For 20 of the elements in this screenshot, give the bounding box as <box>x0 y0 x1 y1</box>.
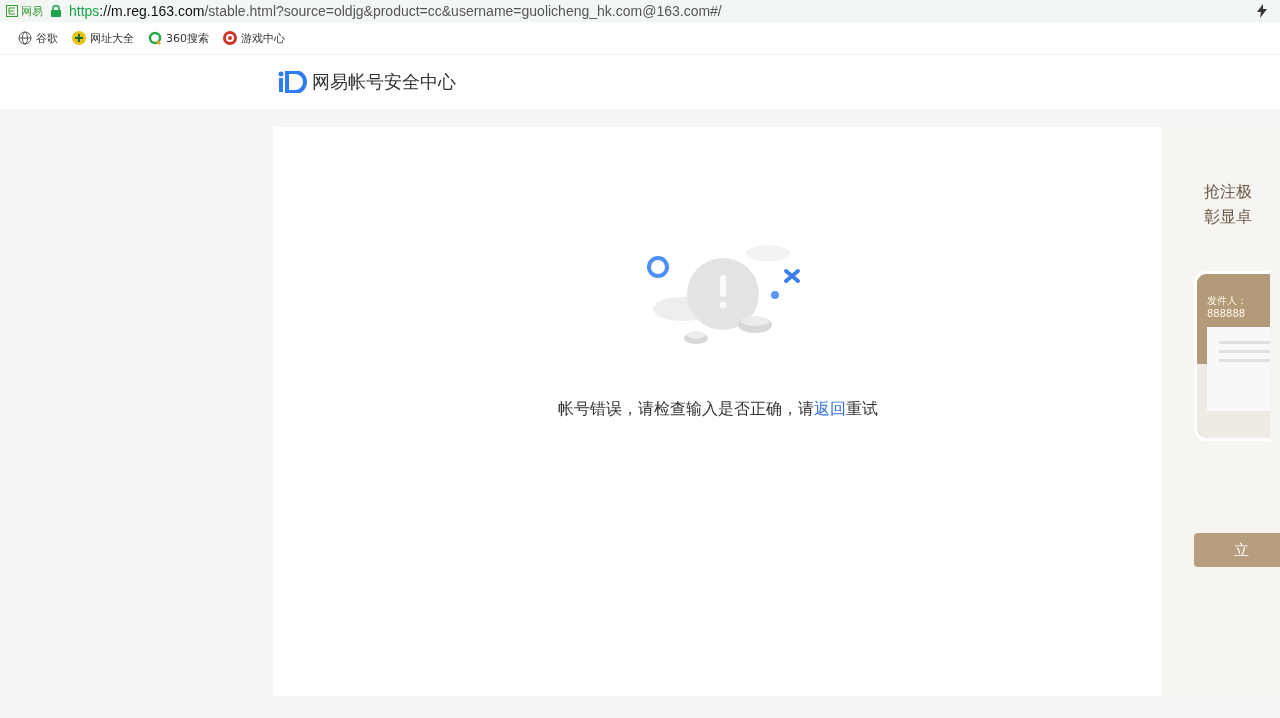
site-title: 网易帐号安全中心 <box>312 70 456 94</box>
lightning-icon[interactable] <box>1256 4 1268 18</box>
ring-icon <box>148 31 162 45</box>
back-link[interactable]: 返回 <box>813 399 846 418</box>
page-icon <box>6 5 18 17</box>
url-field[interactable]: https://m.reg.163.com/stable.html?source=oldjg&product=cc&username=guolicheng_hk.com@163.com#/ <box>69 3 722 19</box>
lock-icon <box>51 5 61 17</box>
error-message: 帐号错误，请检查输入是否正确，请返回重试 <box>557 399 878 420</box>
ad-headline: 抢注极 <box>1204 181 1253 203</box>
ad-headline: 彰显卓 <box>1204 206 1253 228</box>
globe-icon <box>18 31 32 45</box>
sender-label: 发件人： <box>1207 294 1248 308</box>
plus-circle-icon <box>72 31 86 45</box>
bookmark-link[interactable]: 网址大全 <box>72 30 134 46</box>
bookmark-link[interactable]: 谷歌 <box>18 30 58 46</box>
sender-number: 888888 <box>1207 308 1247 319</box>
id-logo-icon <box>278 71 308 93</box>
bookmark-link[interactable]: 游戏中心 <box>223 30 285 46</box>
site-name: 网易 <box>21 3 43 19</box>
bookmark-link[interactable]: 360搜索 <box>148 30 209 46</box>
